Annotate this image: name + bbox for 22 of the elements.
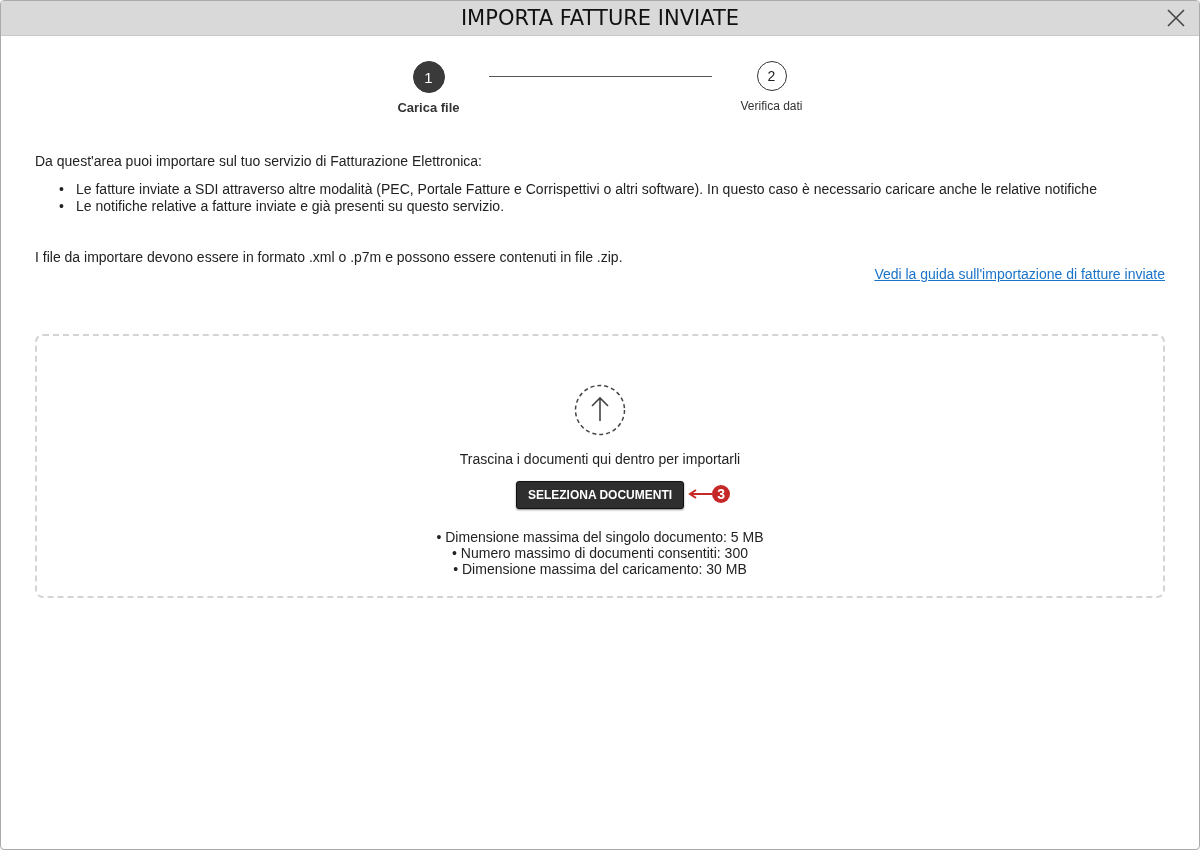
callout-badge: 3 [712,485,731,503]
intro-text: Da quest'area puoi importare sul tuo servizio di Fatturazione Elettronica: [35,153,483,169]
limit-text: • Numero massimo di documenti consentiti: 300 [451,545,749,561]
bullet-marker: • [59,181,65,198]
step-label: Carica file [397,100,460,115]
step-circle[interactable]: 2 [756,61,787,91]
format-note: I file da importare devono essere in formato .xml o .p7m e possono essere contenuti in file .zip. [35,249,624,265]
upload-icon [574,384,626,436]
bullet-marker: • [59,198,65,215]
callout-arrow-icon [688,489,713,499]
step-circle[interactable]: 1 [412,61,445,93]
bullet-item: Le fatture inviate a SDI attraverso altre modalità (PEC, Portale Fatture e Corrispettivi o altri software). In questo caso è necessario caricare anche le relative notifiche [76,181,1097,198]
select-documents-button[interactable]: SELEZIONA DOCUMENTI [515,481,685,509]
window-title: IMPORTA FATTURE INVIATE [460,6,740,30]
bullet-item: Le notifiche relative a fatture inviate e già presenti su questo servizio. [76,198,505,215]
drop-zone[interactable] [35,334,1165,598]
limit-text: • Dimensione massima del caricamento: 30 MB [452,561,748,577]
close-icon[interactable] [1167,9,1185,27]
guide-link[interactable]: Vedi la guida sull'importazione di fatture inviate [874,266,1165,282]
step-label: Verifica dati [740,99,803,113]
limit-text: • Dimensione massima del singolo documento: 5 MB [436,529,764,545]
drop-hint: Trascina i documenti qui dentro per importarli [459,451,741,467]
